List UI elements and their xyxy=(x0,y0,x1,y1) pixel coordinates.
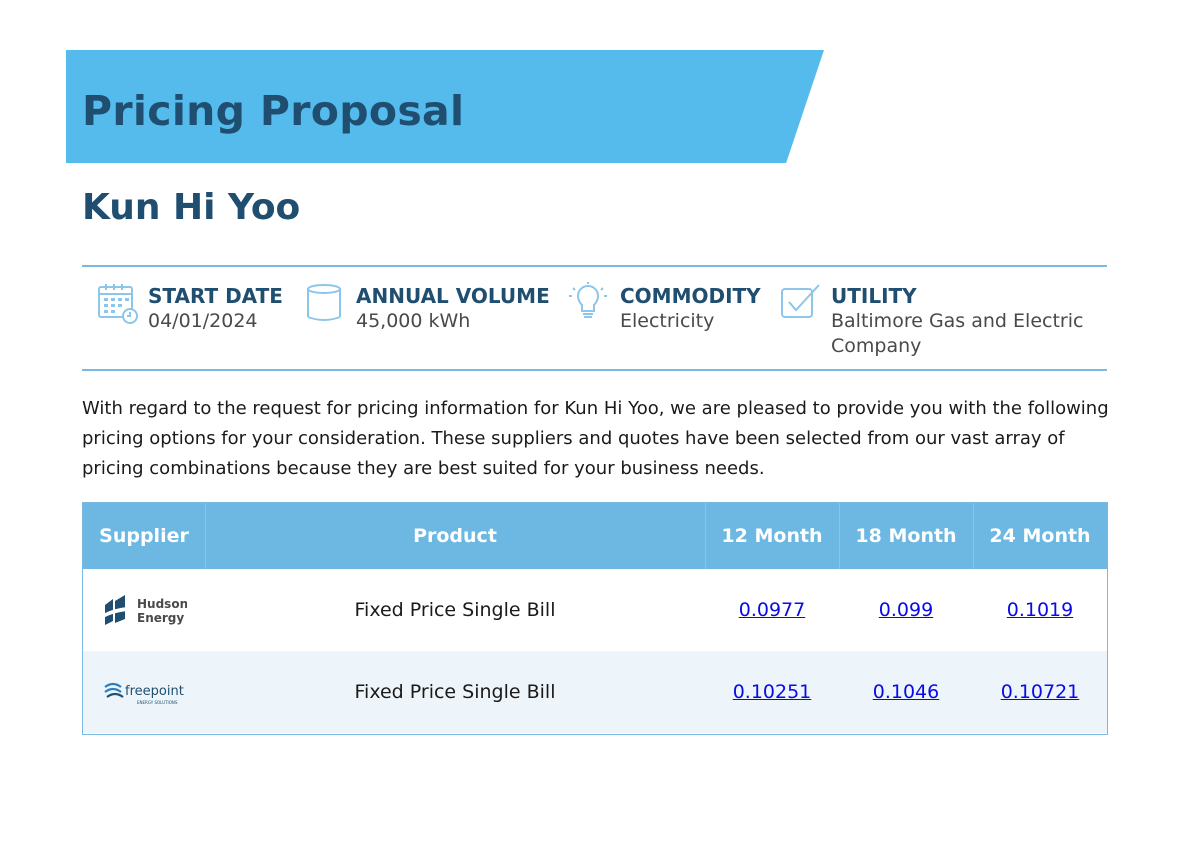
freepoint-logo-line1: freepoint xyxy=(125,684,184,699)
info-value: Baltimore Gas and Electric Company xyxy=(831,310,1084,357)
price-link[interactable]: 0.1019 xyxy=(1007,599,1073,621)
price-12-month: 0.10251 xyxy=(705,651,839,733)
hudson-logo-line1: Hudson xyxy=(137,597,187,611)
info-start-date: START DATE 04/01/2024 xyxy=(96,283,283,334)
table-row: freepoint ENERGY SOLUTIONS Fixed Price S… xyxy=(83,651,1107,733)
hudson-energy-logo: Hudson Energy xyxy=(103,595,187,627)
price-link[interactable]: 0.10721 xyxy=(1001,681,1080,703)
freepoint-logo: freepoint ENERGY SOLUTIONS xyxy=(103,679,193,707)
header-24-month: 24 Month xyxy=(989,525,1091,547)
price-link[interactable]: 0.099 xyxy=(879,599,933,621)
info-bar: START DATE 04/01/2024 ANNUAL VOLUME 45,0… xyxy=(82,265,1107,371)
info-label: ANNUAL VOLUME xyxy=(356,284,550,308)
table-row: Hudson Energy Fixed Price Single Bill 0.… xyxy=(83,569,1107,651)
header-18-month: 18 Month xyxy=(855,525,957,547)
price-24-month: 0.1019 xyxy=(973,569,1107,651)
cylinder-icon xyxy=(304,281,348,325)
lightbulb-icon xyxy=(568,281,612,325)
calendar-icon xyxy=(96,281,140,325)
info-label: COMMODITY xyxy=(620,284,761,308)
product-cell: Fixed Price Single Bill xyxy=(354,599,556,621)
header-product: Product xyxy=(413,525,497,547)
freepoint-logo-line2: ENERGY SOLUTIONS xyxy=(137,700,178,705)
hudson-logo-line2: Energy xyxy=(137,611,184,625)
header-banner: Pricing Proposal xyxy=(66,50,824,163)
info-commodity: COMMODITY Electricity xyxy=(568,281,761,334)
price-link[interactable]: 0.10251 xyxy=(733,681,812,703)
pricing-table: Supplier Product 12 Month 18 Month 24 Mo… xyxy=(82,502,1108,735)
product-cell: Fixed Price Single Bill xyxy=(354,681,556,703)
price-12-month: 0.0977 xyxy=(705,569,839,651)
checkbox-icon xyxy=(779,281,823,325)
table-header: Supplier Product 12 Month 18 Month 24 Mo… xyxy=(83,503,1107,569)
price-18-month: 0.099 xyxy=(839,569,973,651)
client-name: Kun Hi Yoo xyxy=(82,187,301,228)
price-24-month: 0.10721 xyxy=(973,651,1107,733)
header-12-month: 12 Month xyxy=(721,525,823,547)
info-label: UTILITY xyxy=(831,284,917,308)
price-link[interactable]: 0.0977 xyxy=(739,599,805,621)
info-value: Electricity xyxy=(620,310,715,332)
info-value: 04/01/2024 xyxy=(148,310,258,332)
header-supplier: Supplier xyxy=(99,525,189,547)
info-annual-volume: ANNUAL VOLUME 45,000 kWh xyxy=(304,283,550,334)
info-label: START DATE xyxy=(148,284,283,308)
info-value: 45,000 kWh xyxy=(356,310,471,332)
page-title: Pricing Proposal xyxy=(82,87,465,135)
intro-paragraph: With regard to the request for pricing i… xyxy=(82,398,1109,479)
info-utility: UTILITY Baltimore Gas and Electric Compa… xyxy=(779,283,1099,359)
price-18-month: 0.1046 xyxy=(839,651,973,733)
price-link[interactable]: 0.1046 xyxy=(873,681,939,703)
